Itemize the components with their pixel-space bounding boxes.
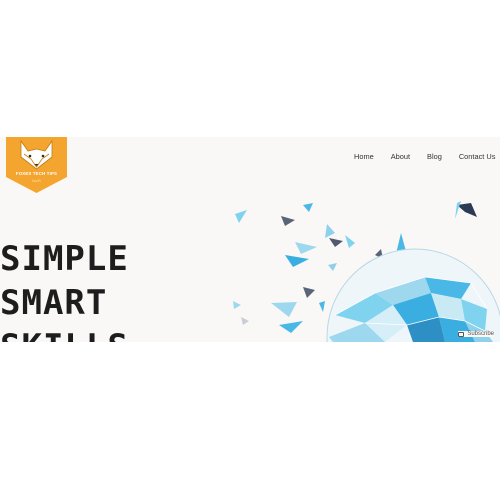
- hero-line-2: SMART: [0, 283, 108, 323]
- polygon-sphere-illustration: [233, 201, 500, 342]
- website-header: FOXES TECH TIPS tech Home About Blog Con…: [0, 137, 500, 342]
- subscribe-icon: [458, 331, 465, 337]
- subscribe-label: Subscribe: [467, 331, 494, 337]
- fox-logo-icon: [6, 137, 67, 193]
- subscribe-button[interactable]: Subscribe: [458, 331, 494, 337]
- main-navigation: Home About Blog Contact Us: [354, 152, 495, 161]
- nav-contact-us[interactable]: Contact Us: [459, 152, 496, 161]
- logo-text: FOXES TECH TIPS: [15, 171, 58, 176]
- nav-blog[interactable]: Blog: [427, 152, 442, 161]
- hero-line-1: SIMPLE: [0, 239, 129, 279]
- hero-line-3: SKILLS: [0, 325, 129, 342]
- site-logo[interactable]: FOXES TECH TIPS tech: [6, 137, 67, 193]
- nav-home[interactable]: Home: [354, 152, 374, 161]
- nav-about[interactable]: About: [391, 152, 410, 161]
- logo-tagline: tech: [32, 178, 41, 183]
- hero-heading: SIMPLE SMART SKILLS: [0, 237, 129, 342]
